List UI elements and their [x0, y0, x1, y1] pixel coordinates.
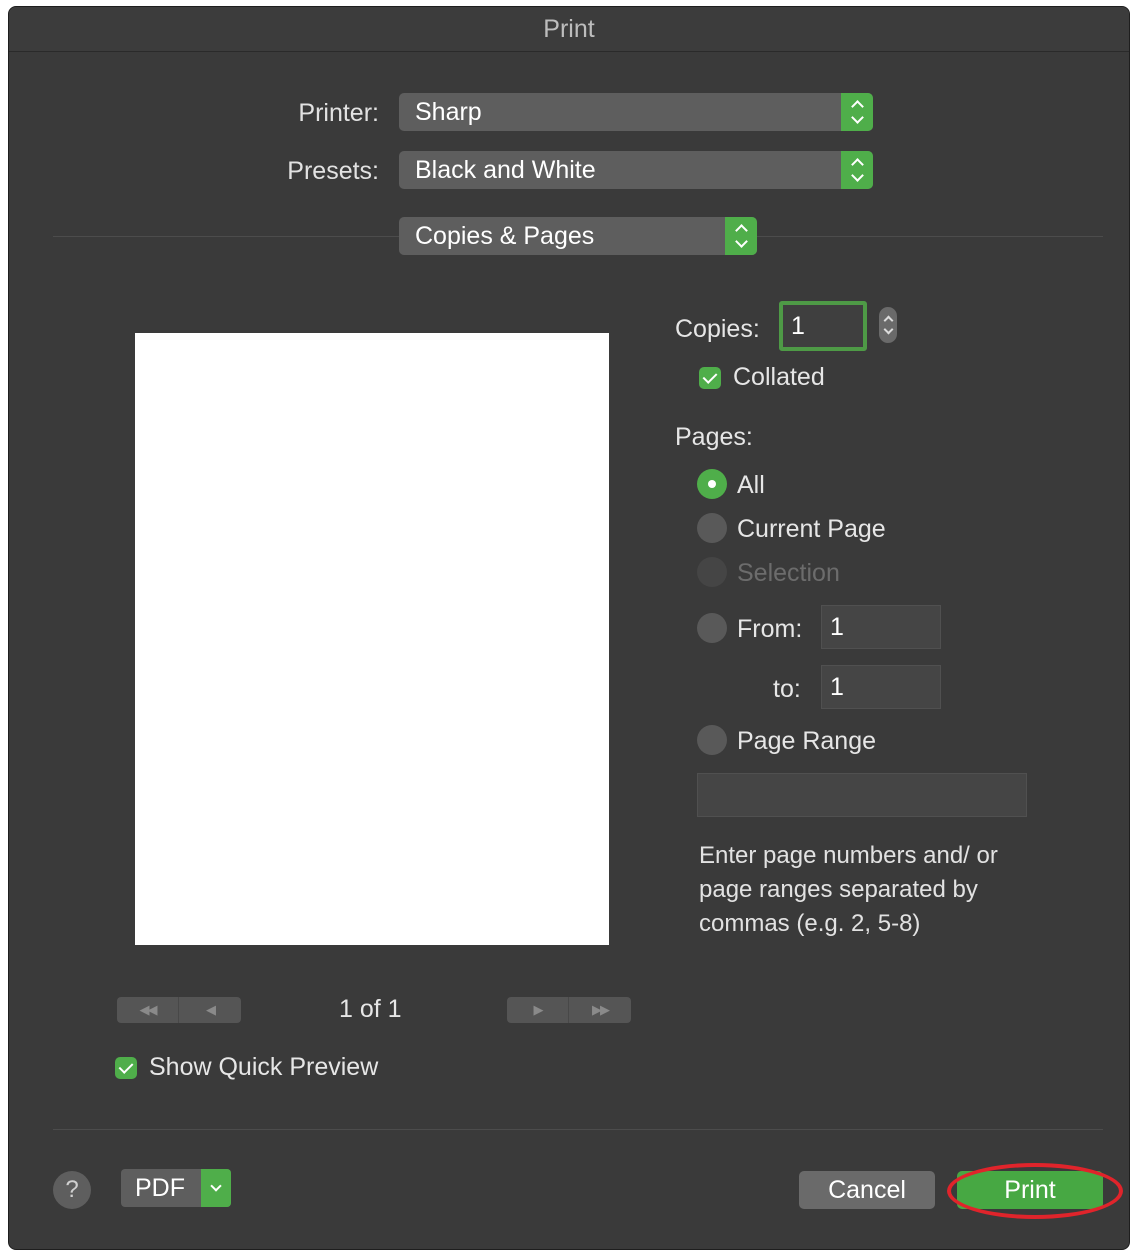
window-title: Print: [9, 7, 1129, 52]
separator: [53, 236, 399, 237]
print-dialog: Print Printer: Sharp Presets: Black and …: [8, 6, 1130, 1250]
checkmark-icon: [702, 369, 718, 384]
checkmark-icon: [118, 1059, 134, 1074]
section-value: Copies & Pages: [415, 221, 595, 250]
pages-to-input[interactable]: 1: [821, 665, 941, 709]
presets-label: Presets:: [287, 157, 379, 185]
next-page-button[interactable]: ▶: [507, 997, 569, 1023]
first-page-button[interactable]: ◀◀: [117, 997, 179, 1023]
pages-from-input[interactable]: 1: [821, 605, 941, 649]
show-quick-preview-checkbox[interactable]: [115, 1057, 137, 1079]
separator: [53, 1129, 1103, 1130]
preview-nav-back: ◀◀ ◀: [117, 997, 241, 1023]
copies-label: Copies:: [675, 315, 760, 343]
printer-popup[interactable]: Sharp: [399, 93, 873, 131]
last-page-button[interactable]: ▶▶: [569, 997, 631, 1023]
preview-nav-forward: ▶ ▶▶: [507, 997, 631, 1023]
chevron-down-icon: [201, 1169, 231, 1207]
updown-chevron-icon: [725, 217, 757, 255]
pages-selection-radio: [697, 557, 727, 587]
page-range-input[interactable]: [697, 773, 1027, 817]
updown-chevron-icon: [841, 151, 873, 189]
pdf-label: PDF: [135, 1173, 185, 1202]
page-range-help-text: Enter page numbers and/ or page ranges s…: [699, 842, 998, 937]
collated-checkbox[interactable]: [699, 367, 721, 389]
pages-from-radio[interactable]: [697, 613, 727, 643]
separator: [757, 236, 1103, 237]
pdf-menu-button[interactable]: PDF: [121, 1169, 231, 1207]
copies-stepper[interactable]: [879, 307, 897, 343]
pages-label: Pages:: [675, 423, 753, 451]
pages-page-range-radio[interactable]: [697, 725, 727, 755]
cancel-button[interactable]: Cancel: [799, 1171, 935, 1209]
presets-popup[interactable]: Black and White: [399, 151, 873, 189]
pages-selection-label: Selection: [737, 559, 840, 587]
pages-from-label: From:: [737, 615, 803, 643]
printer-label: Printer:: [298, 99, 379, 127]
printer-value: Sharp: [415, 97, 482, 126]
help-button[interactable]: ?: [53, 1171, 91, 1209]
collated-label: Collated: [733, 363, 825, 391]
pages-to-label: to:: [773, 675, 801, 703]
section-popup[interactable]: Copies & Pages: [399, 217, 757, 255]
pages-current-page-radio[interactable]: [697, 513, 727, 543]
pages-all-radio[interactable]: [697, 469, 727, 499]
previous-page-button[interactable]: ◀: [179, 997, 241, 1023]
pages-all-label: All: [737, 471, 765, 499]
page-preview: [135, 333, 609, 945]
print-button[interactable]: Print: [957, 1171, 1103, 1209]
presets-value: Black and White: [415, 155, 596, 184]
page-indicator: 1 of 1: [339, 995, 402, 1023]
updown-chevron-icon: [841, 93, 873, 131]
copies-input[interactable]: 1: [779, 301, 867, 351]
show-quick-preview-label: Show Quick Preview: [149, 1053, 379, 1081]
pages-current-page-label: Current Page: [737, 515, 886, 543]
pages-page-range-label: Page Range: [737, 727, 877, 755]
